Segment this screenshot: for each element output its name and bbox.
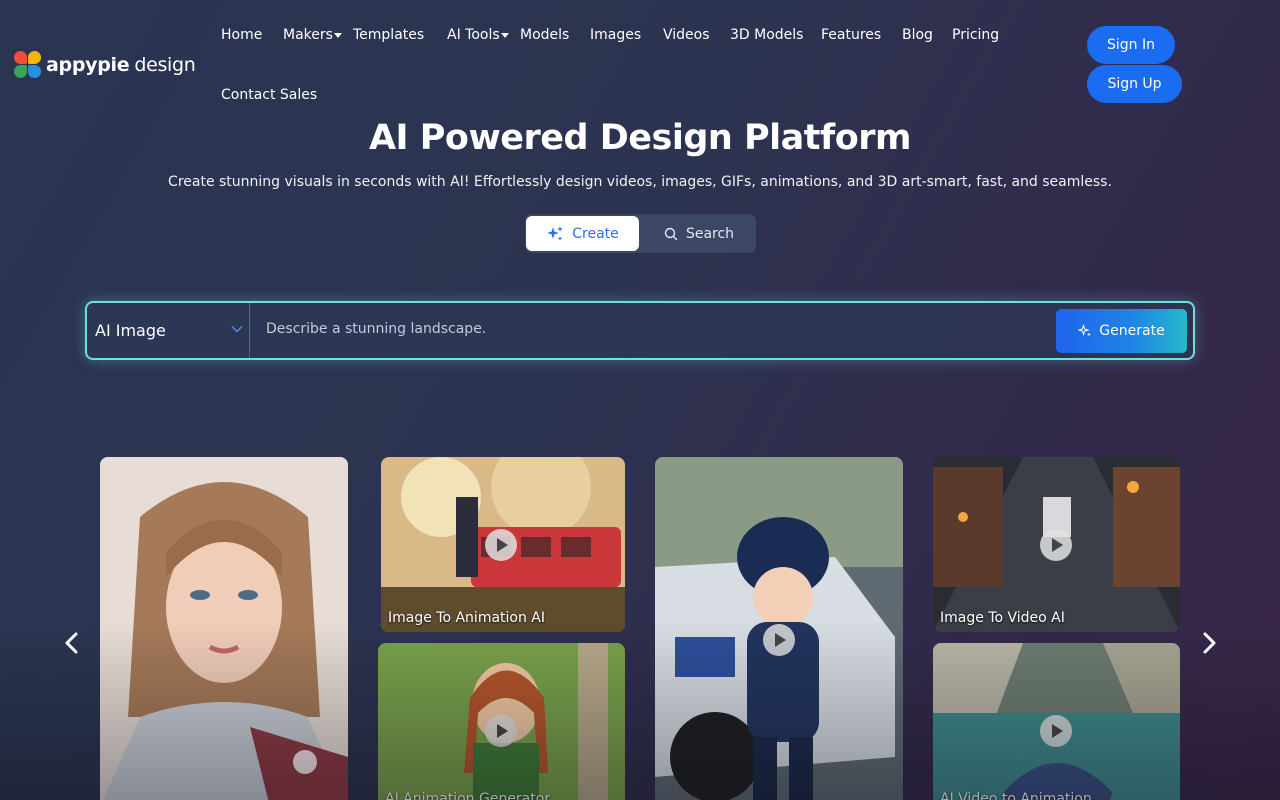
gallery-card-child-police[interactable] [655,457,903,800]
play-icon[interactable] [1040,715,1072,747]
chevron-down-icon [231,326,243,333]
tab-create[interactable]: Create [526,216,639,251]
chevron-left-icon[interactable] [60,630,84,656]
play-icon[interactable] [763,624,795,656]
nav-item-models[interactable]: Models [520,27,569,43]
card-label: AI Animation Generator [385,791,551,800]
generate-button[interactable]: Generate [1056,309,1187,353]
sparkles-icon [547,225,564,241]
chevron-right-icon[interactable] [1197,630,1221,656]
prompt-input[interactable] [252,303,1042,358]
nav-label: 3D Models [730,27,804,43]
logo-wordmark: appypie design [46,54,196,76]
nav-item-contact-sales[interactable]: Contact Sales [221,87,317,103]
nav-label: Contact Sales [221,87,318,103]
nav-item-pricing[interactable]: Pricing [952,27,999,43]
nav-label: Templates [353,27,425,43]
logo-name-bold: appypie [46,54,130,76]
nav-item-blog[interactable]: Blog [902,27,933,43]
sign-up-button[interactable]: Sign Up [1087,65,1182,103]
portrait-image [100,457,348,800]
nav-label: Blog [902,27,933,43]
card-label: Image To Video AI [940,610,1065,626]
caret-down-icon [333,32,342,38]
generator-type-select[interactable]: AI Image [87,303,250,358]
gallery-card-video-to-animation[interactable]: AI Video to Animation [933,643,1180,800]
nav-item-images[interactable]: Images [590,27,641,43]
nav-item-features[interactable]: Features [821,27,881,43]
sign-in-button[interactable]: Sign In [1087,26,1175,64]
nav-label: Pricing [952,27,1000,43]
gallery-card-animation-generator[interactable]: AI Animation Generator [378,643,625,800]
gallery-card-image-to-video[interactable]: Image To Video AI [933,457,1180,632]
nav-item-templates[interactable]: Templates [353,27,424,43]
nav-label: Makers [283,27,333,43]
nav-label: Home [221,27,263,43]
search-icon [664,227,678,240]
card-label: Image To Animation AI [388,610,546,626]
generator-type-value: AI Image [95,321,166,340]
logo-mark-icon [14,51,42,79]
nav-label: Models [520,27,570,43]
nav-item-3d-models[interactable]: 3D Models [730,27,803,43]
caret-down-icon [500,32,509,38]
nav-label: Features [821,27,882,43]
nav-item-makers[interactable]: Makers [283,27,342,43]
tab-search-label: Search [685,225,735,242]
mode-toggle: Create Search [525,214,756,253]
card-label: AI Video to Animation [940,791,1092,800]
tab-create-label: Create [572,225,619,242]
play-icon[interactable] [1040,529,1072,561]
gallery-card-portrait[interactable] [100,457,348,800]
nav-item-ai-tools[interactable]: AI Tools [447,27,509,43]
play-icon[interactable] [485,529,517,561]
nav-label: Images [590,27,642,43]
appypie-logo[interactable]: appypie design [14,50,196,80]
tab-search[interactable]: Search [643,216,755,251]
page-title: AI Powered Design Platform [368,118,912,158]
gallery-card-image-to-animation[interactable]: Image To Animation AI [381,457,625,632]
generate-label: Generate [1099,323,1165,339]
nav-label: Videos [663,27,710,43]
play-icon[interactable] [485,715,517,747]
nav-label: AI Tools [447,27,500,43]
nav-item-home[interactable]: Home [221,27,262,43]
magic-sparkle-icon [1078,324,1092,337]
page-subtitle: Create stunning visuals in seconds with … [168,174,1112,190]
logo-name-light: design [134,54,196,76]
generator-bar: AI Image Generate [85,301,1195,360]
nav-item-videos[interactable]: Videos [663,27,710,43]
